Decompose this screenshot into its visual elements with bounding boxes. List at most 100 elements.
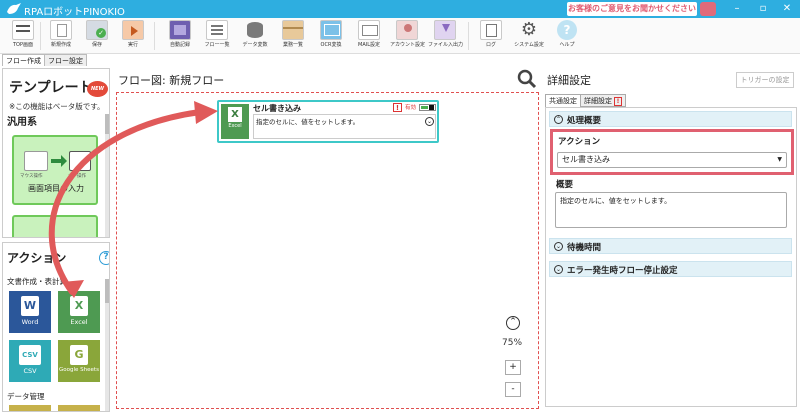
section-overview[interactable]: ⌃ 処理概要 xyxy=(549,111,792,127)
flow-title: フロー図: 新規フロー xyxy=(118,74,225,87)
toolbar-run-button[interactable]: 実行 xyxy=(116,20,150,54)
log-icon xyxy=(480,20,502,40)
save-icon: ✓ xyxy=(86,20,108,40)
toolbar: TOP画面 新規作成 ✓ 保存 実行 自動記録 フロー一覧 データ変数 業務一覧… xyxy=(0,18,800,54)
action-field-highlight: アクション セル書き込み ▼ xyxy=(550,129,794,175)
tab-common-settings[interactable]: 共通設定 xyxy=(545,94,581,107)
action-csv[interactable]: CSV CSV xyxy=(9,340,51,382)
summary-label: 概要 xyxy=(556,180,574,190)
mail-icon xyxy=(358,20,380,40)
mouse-icon xyxy=(24,151,48,171)
maximize-button[interactable]: ▫ xyxy=(752,1,774,17)
top-screen-icon xyxy=(12,20,34,40)
summary-textarea[interactable]: 指定のセルに、値をセットします。 xyxy=(555,192,787,228)
new-badge: NEW xyxy=(87,81,108,97)
zoom-in-button[interactable]: + xyxy=(505,360,521,375)
node-status: 有効 xyxy=(405,105,417,111)
toolbar-account-button[interactable]: アカウント設定 xyxy=(390,20,425,54)
help-icon: ? xyxy=(557,20,577,40)
close-button[interactable]: ✕ xyxy=(776,1,798,17)
template-card-screen-input[interactable]: マウス操作 キー操作 画面項目の入力 xyxy=(12,135,98,205)
toolbar-package-button[interactable]: 業務一覧 xyxy=(276,20,310,54)
action-title: アクション xyxy=(7,251,67,265)
template-title: テンプレート xyxy=(9,80,93,96)
template-card-label: 画面項目の入力 xyxy=(28,184,84,193)
database-icon xyxy=(244,20,266,40)
toolbar-new-button[interactable]: 新規作成 xyxy=(44,20,78,54)
action-scroll-thumb[interactable] xyxy=(105,279,109,303)
data-category: データ管理 xyxy=(7,392,45,401)
chevron-down-icon: ⌄ xyxy=(554,265,563,274)
tab-flow-settings[interactable]: フロー設定 xyxy=(44,54,87,66)
section-error-stop[interactable]: ⌄ エラー発生時フロー停止設定 xyxy=(549,261,792,277)
film-icon xyxy=(169,20,191,40)
action-word[interactable]: W Word xyxy=(9,291,51,333)
minimize-button[interactable]: – xyxy=(726,1,748,17)
word-icon: W xyxy=(21,296,39,316)
action-excel[interactable]: X Excel xyxy=(58,291,100,333)
template-panel: テンプレート NEW ※この機能はベータ版です。 汎用系 マウス操作 キー操作 … xyxy=(2,68,110,238)
action-data-1[interactable] xyxy=(9,405,51,411)
trigger-settings-button[interactable]: トリガーの設定 xyxy=(736,72,794,88)
csv-icon: CSV xyxy=(19,345,41,365)
chevron-down-icon: ⌄ xyxy=(554,242,563,251)
tab-detail-settings[interactable]: 詳細設定! xyxy=(580,94,626,107)
app-title: RPAロボットPINOKIO xyxy=(24,7,125,18)
enable-toggle[interactable] xyxy=(419,104,436,111)
excel-icon: X Excel xyxy=(221,104,249,139)
toolbar-file-button[interactable]: ファイル入出力 xyxy=(428,20,463,54)
zoom-out-button[interactable]: - xyxy=(505,382,521,397)
toolbar-save-button[interactable]: ✓ 保存 xyxy=(80,20,114,54)
toolbar-top-button[interactable]: TOP画面 xyxy=(6,20,40,54)
section-wait-time[interactable]: ⌄ 待機時間 xyxy=(549,238,792,254)
caret-down-icon: ▼ xyxy=(777,156,782,163)
warning-icon: ! xyxy=(393,103,402,112)
new-doc-icon xyxy=(50,20,72,40)
download-icon xyxy=(434,20,456,40)
node-title: セル書き込み xyxy=(253,104,301,113)
feedback-link[interactable]: お客様のご意見をお聞かせください xyxy=(567,2,697,16)
detail-title: 詳細設定 xyxy=(547,74,591,87)
template-mini-mouse: マウス操作 xyxy=(20,174,43,179)
list-icon xyxy=(206,20,228,40)
thumbs-up-icon[interactable] xyxy=(700,2,716,16)
template-category: 汎用系 xyxy=(7,117,37,128)
action-select[interactable]: セル書き込み ▼ xyxy=(557,152,787,168)
action-label: アクション xyxy=(558,137,601,147)
google-sheets-icon: G xyxy=(70,345,88,365)
account-icon xyxy=(396,20,418,40)
action-panel: アクション ? 文書作成・表計算 W Word X Excel CSV CSV … xyxy=(2,242,110,412)
toolbar-help-button[interactable]: ? ヘルプ xyxy=(550,20,584,54)
action-category: 文書作成・表計算 xyxy=(7,277,67,286)
arrow-right-icon xyxy=(51,159,61,163)
toolbar-flowlist-button[interactable]: フロー一覧 xyxy=(200,20,234,54)
run-icon xyxy=(122,20,144,40)
toolbar-datavar-button[interactable]: データ変数 xyxy=(238,20,272,54)
keyboard-icon xyxy=(69,151,91,171)
warning-icon: ! xyxy=(614,96,622,106)
flow-node-cell-write[interactable]: X Excel セル書き込み ! 有効 指定のセルに、値をセットします。 ⌄ xyxy=(217,100,439,143)
ocr-icon xyxy=(320,20,342,40)
action-data-2[interactable] xyxy=(58,405,100,411)
search-icon[interactable] xyxy=(517,69,537,89)
template-card-2[interactable] xyxy=(12,215,98,237)
zoom-up-icon[interactable]: ⌃ xyxy=(506,316,520,330)
toolbar-system-button[interactable]: ⚙ システム設定 xyxy=(512,20,546,54)
gear-icon: ⚙ xyxy=(520,20,538,40)
action-help-icon[interactable]: ? xyxy=(99,251,109,265)
node-description: 指定のセルに、値をセットします。 xyxy=(253,114,436,139)
excel-icon: X xyxy=(70,296,88,316)
action-google-sheets[interactable]: G Google Sheets xyxy=(58,340,100,382)
chevron-up-icon: ⌃ xyxy=(554,115,563,124)
pinokio-logo-icon xyxy=(7,3,21,14)
box-icon xyxy=(282,20,304,40)
chevron-down-icon[interactable]: ⌄ xyxy=(425,117,434,126)
template-scroll-thumb[interactable] xyxy=(105,114,109,134)
toolbar-ocr-button[interactable]: OCR変換 xyxy=(314,20,348,54)
toolbar-mail-button[interactable]: MAIL設定 xyxy=(352,20,386,54)
toolbar-record-button[interactable]: 自動記録 xyxy=(163,20,197,54)
tab-flow-create[interactable]: フロー作成 xyxy=(2,54,45,66)
toolbar-log-button[interactable]: ログ xyxy=(474,20,508,54)
template-mini-key: キー操作 xyxy=(68,174,86,179)
zoom-level: 75% xyxy=(502,338,523,348)
